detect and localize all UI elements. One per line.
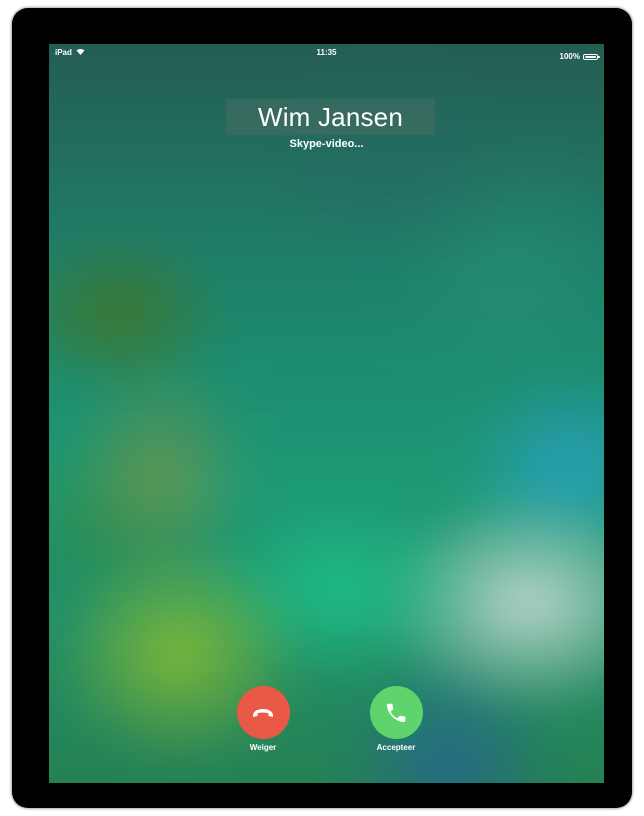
phone-icon [387,703,406,722]
accept-button[interactable] [369,686,423,739]
hang-up-icon [253,708,273,717]
status-bar: iPad 11:35 100% [49,44,604,62]
ipad-bezel: iPad 11:35 100% Wim Jansen Skype-video..… [12,8,632,808]
incoming-call-screen: iPad 11:35 100% Wim Jansen Skype-video..… [49,44,604,783]
battery-fill [585,55,596,58]
status-time: 11:35 [316,48,337,57]
battery-icon [583,53,600,60]
accept-label: Accepteer [376,743,416,752]
caller-name-box: Wim Jansen [226,99,435,135]
accept-action: Accepteer [351,686,441,752]
battery-percent: 100% [559,52,580,61]
caller-name: Wim Jansen [257,101,404,132]
decline-button[interactable] [236,686,290,739]
call-type-label: Skype-video... [289,138,364,150]
decline-action: Weiger [218,686,308,752]
decline-label: Weiger [249,743,277,752]
